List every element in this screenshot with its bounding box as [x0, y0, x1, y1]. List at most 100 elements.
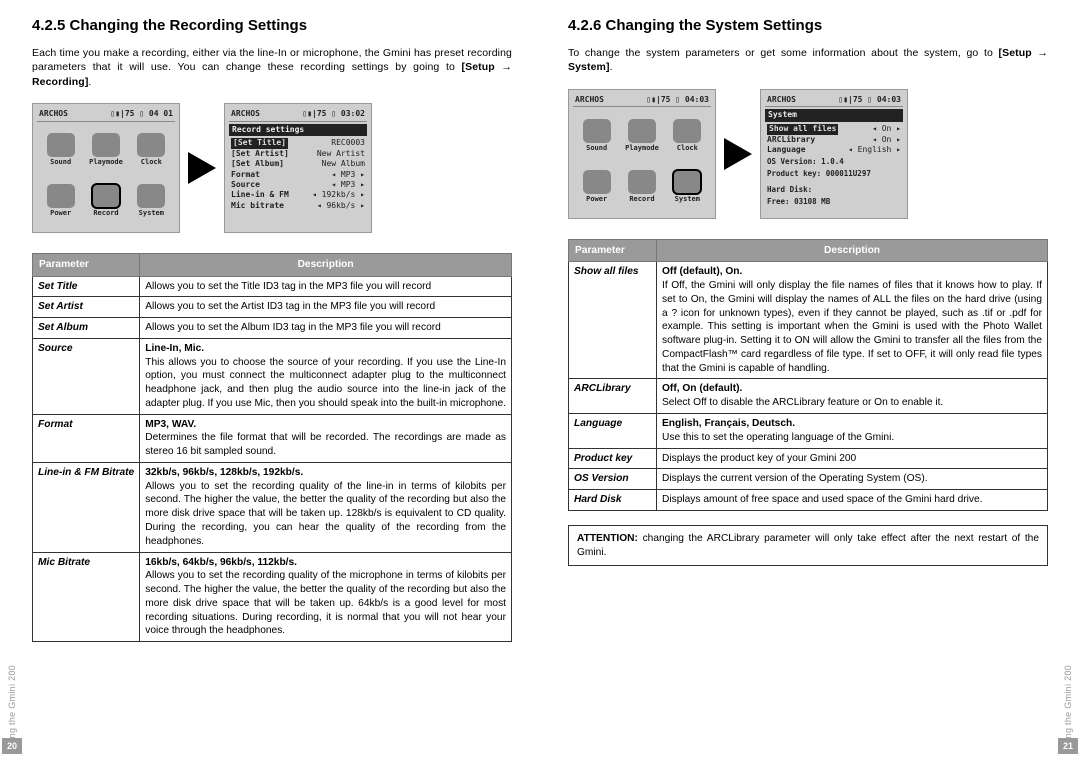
- setup-icon-clock: Clock: [666, 111, 709, 160]
- param-name: Line-in & FM Bitrate: [33, 462, 140, 552]
- system-icon: [673, 170, 701, 194]
- screenshot-row: ARCHOS ▯▮|75 ▯ 04:03 SoundPlaymodeClockP…: [568, 89, 1048, 219]
- device-status: ▯▮|75 ▯ 03:02: [302, 109, 365, 120]
- menu-key: Mic bitrate: [231, 201, 284, 211]
- param-description: MP3, WAV.Determines the file format that…: [140, 414, 512, 462]
- system-icon: [137, 184, 165, 208]
- menu-line: Source ◂ MP3 ▸: [229, 180, 367, 190]
- menu-key: Language: [767, 145, 806, 155]
- icon-label: Clock: [141, 158, 162, 167]
- param-description: 16kb/s, 64kb/s, 96kb/s, 112kb/s.Allows y…: [140, 552, 512, 642]
- icon-label: Playmode: [625, 144, 659, 153]
- menu-key: Source: [231, 180, 260, 190]
- menu-key: ARCLibrary: [767, 135, 815, 145]
- menu-line: Line-in & FM ◂ 192kb/s ▸: [229, 190, 367, 200]
- menu-line: Mic bitrate◂ 96kb/s ▸: [229, 201, 367, 211]
- arrow-right-icon: [188, 152, 216, 184]
- param-name: ARCLibrary: [569, 379, 657, 414]
- menu-key: Line-in & FM: [231, 190, 289, 200]
- device-brand: ARCHOS: [767, 95, 796, 106]
- setup-icon-clock: Clock: [130, 126, 173, 175]
- menu-value: ◂ English ▸: [848, 145, 901, 155]
- attention-box: ATTENTION: changing the ARCLibrary param…: [568, 525, 1048, 567]
- menu-value: New Album: [322, 159, 365, 169]
- menu-line: [Set Title] REC0003: [229, 138, 367, 148]
- device-brand: ARCHOS: [575, 95, 604, 106]
- setup-icon-system: System: [666, 162, 709, 211]
- playmode-icon: [628, 119, 656, 143]
- setup-icon-playmode: Playmode: [620, 111, 663, 160]
- device-screenshot-system-settings: ARCHOS ▯▮|75 ▯ 04:03 System Show all fil…: [760, 89, 908, 219]
- clock-icon: [673, 119, 701, 143]
- param-name: Hard Disk: [569, 490, 657, 511]
- menu-value: ◂ MP3 ▸: [331, 180, 365, 190]
- hard-disk: Hard Disk:: [765, 183, 903, 195]
- menu-key: Show all files: [767, 124, 838, 134]
- screenshot-row: ARCHOS ▯▮|75 ▯ 04 01 SoundPlaymodeClockP…: [32, 103, 512, 233]
- param-description: Displays the product key of your Gmini 2…: [657, 448, 1048, 469]
- arrow-right-icon: [724, 138, 752, 170]
- icon-label: Sound: [50, 158, 71, 167]
- intro-text: Each time you make a recording, either v…: [32, 46, 512, 89]
- menu-value: New Artist: [317, 149, 365, 159]
- icon-label: Record: [629, 195, 654, 204]
- menu-line: Format ◂ MP3 ▸: [229, 170, 367, 180]
- param-description: Displays the current version of the Oper…: [657, 469, 1048, 490]
- setup-icon-sound: Sound: [39, 126, 82, 175]
- menu-value: ◂ 192kb/s ▸: [312, 190, 365, 200]
- col-description: Description: [657, 239, 1048, 262]
- device-screenshot-setup: ARCHOS ▯▮|75 ▯ 04 01 SoundPlaymodeClockP…: [32, 103, 180, 233]
- param-description: Allows you to set the Artist ID3 tag in …: [140, 297, 512, 318]
- setup-icon-power: Power: [575, 162, 618, 211]
- param-description: Off (default), On.If Off, the Gmini will…: [657, 262, 1048, 379]
- system-params-table: Parameter Description Show all filesOff …: [568, 239, 1048, 511]
- icon-label: Playmode: [89, 158, 123, 167]
- device-screenshot-record-settings: ARCHOS ▯▮|75 ▯ 03:02 Record settings [Se…: [224, 103, 372, 233]
- menu-lines: Show all files◂ On ▸ARCLibrary◂ On ▸Lang…: [765, 124, 903, 155]
- record-icon: [92, 184, 120, 208]
- menu-value: ◂ MP3 ▸: [331, 170, 365, 180]
- record-icon: [628, 170, 656, 194]
- page-right: 4.2.6 Changing the System Settings To ch…: [540, 0, 1080, 766]
- icon-label: System: [675, 195, 700, 204]
- param-description: Displays amount of free space and used s…: [657, 490, 1048, 511]
- param-name: Source: [33, 338, 140, 414]
- menu-line: [Set Artist]New Artist: [229, 149, 367, 159]
- os-version: OS Version: 1.0.4: [765, 155, 903, 167]
- menu-value: REC0003: [331, 138, 365, 148]
- param-description: Off, On (default).Select Off to disable …: [657, 379, 1048, 414]
- icon-label: System: [139, 209, 164, 218]
- menu-line: Language ◂ English ▸: [765, 145, 903, 155]
- device-status: ▯▮|75 ▯ 04:03: [838, 95, 901, 106]
- hard-disk-free: Free: 03108 MB: [765, 195, 903, 207]
- page-number: 21: [1058, 738, 1078, 754]
- screen-title: Record settings: [229, 124, 367, 137]
- param-name: Language: [569, 414, 657, 449]
- icon-label: Power: [50, 209, 71, 218]
- menu-key: Format: [231, 170, 260, 180]
- param-name: Mic Bitrate: [33, 552, 140, 642]
- page-number: 20: [2, 738, 22, 754]
- recording-params-table: Parameter Description Set TitleAllows yo…: [32, 253, 512, 642]
- setup-icon-playmode: Playmode: [84, 126, 127, 175]
- sound-icon: [47, 133, 75, 157]
- menu-line: ARCLibrary ◂ On ▸: [765, 135, 903, 145]
- icon-label: Power: [586, 195, 607, 204]
- col-parameter: Parameter: [33, 253, 140, 276]
- param-name: Set Album: [33, 318, 140, 339]
- clock-icon: [137, 133, 165, 157]
- icon-label: Record: [93, 209, 118, 218]
- section-heading: 4.2.6 Changing the System Settings: [568, 16, 1048, 36]
- device-status: ▯▮|75 ▯ 04:03: [646, 95, 709, 106]
- icon-label: Clock: [677, 144, 698, 153]
- section-heading: 4.2.5 Changing the Recording Settings: [32, 16, 512, 36]
- device-screenshot-setup: ARCHOS ▯▮|75 ▯ 04:03 SoundPlaymodeClockP…: [568, 89, 716, 219]
- playmode-icon: [92, 133, 120, 157]
- menu-line: Show all files◂ On ▸: [765, 124, 903, 134]
- param-description: Allows you to set the Title ID3 tag in t…: [140, 276, 512, 297]
- power-icon: [583, 170, 611, 194]
- menu-lines: [Set Title] REC0003[Set Artist]New Artist…: [229, 138, 367, 211]
- setup-icon-power: Power: [39, 177, 82, 226]
- menu-value: ◂ On ▸: [872, 135, 901, 145]
- menu-key: [Set Title]: [231, 138, 288, 148]
